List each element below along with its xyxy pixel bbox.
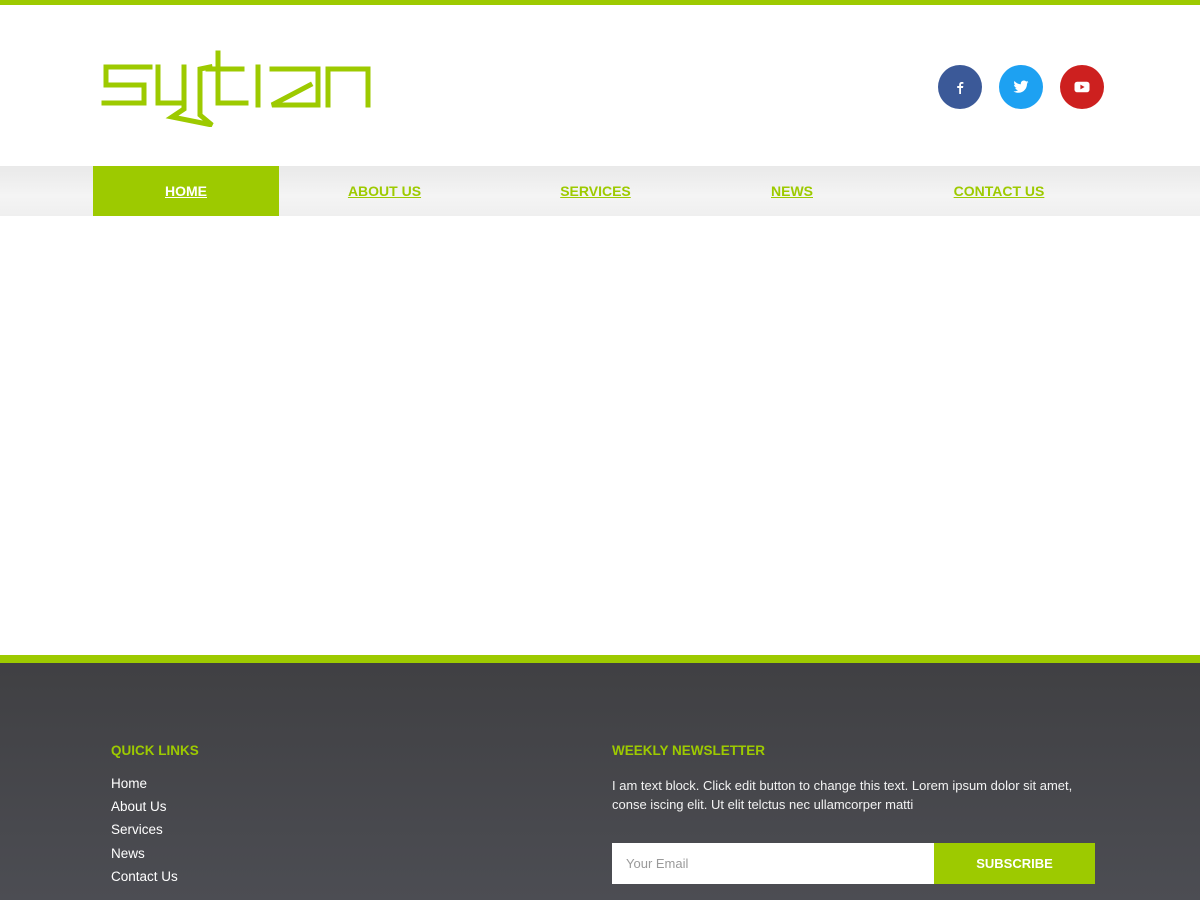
footer-link-home[interactable]: Home (111, 776, 178, 799)
site-header (0, 5, 1200, 166)
newsletter-description: I am text block. Click edit button to ch… (612, 778, 1073, 812)
nav-item-contact-us[interactable]: CONTACT US (883, 166, 1115, 216)
twitter-button[interactable] (999, 65, 1043, 109)
main-content (0, 216, 1200, 655)
footer-link-about-us[interactable]: About Us (111, 799, 178, 822)
footer-link-contact-us[interactable]: Contact Us (111, 869, 178, 892)
footer-link-news[interactable]: News (111, 846, 178, 869)
facebook-button[interactable] (938, 65, 982, 109)
site-logo[interactable] (100, 47, 374, 127)
youtube-button[interactable] (1060, 65, 1104, 109)
nav-item-home[interactable]: HOME (93, 166, 279, 216)
nav-item-services[interactable]: SERVICES (490, 166, 701, 216)
youtube-icon (1074, 81, 1090, 93)
quick-links-heading: QUICK LINKS (111, 743, 199, 758)
site-footer: QUICK LINKS Home About Us Services News … (0, 663, 1200, 900)
nav-item-news[interactable]: NEWS (701, 166, 883, 216)
main-navigation: HOME ABOUT US SERVICES NEWS CONTACT US (0, 166, 1200, 216)
logo-graphic (101, 50, 371, 127)
footer-link-services[interactable]: Services (111, 822, 178, 845)
newsletter-heading: WEEKLY NEWSLETTER (612, 743, 766, 758)
twitter-icon (1013, 80, 1029, 93)
quick-links-list: Home About Us Services News Contact Us (111, 776, 178, 892)
email-input[interactable] (612, 843, 934, 884)
facebook-icon (957, 82, 964, 94)
footer-accent-bar (0, 655, 1200, 663)
subscribe-button[interactable]: SUBSCRIBE (934, 843, 1095, 884)
nav-item-about-us[interactable]: ABOUT US (279, 166, 490, 216)
